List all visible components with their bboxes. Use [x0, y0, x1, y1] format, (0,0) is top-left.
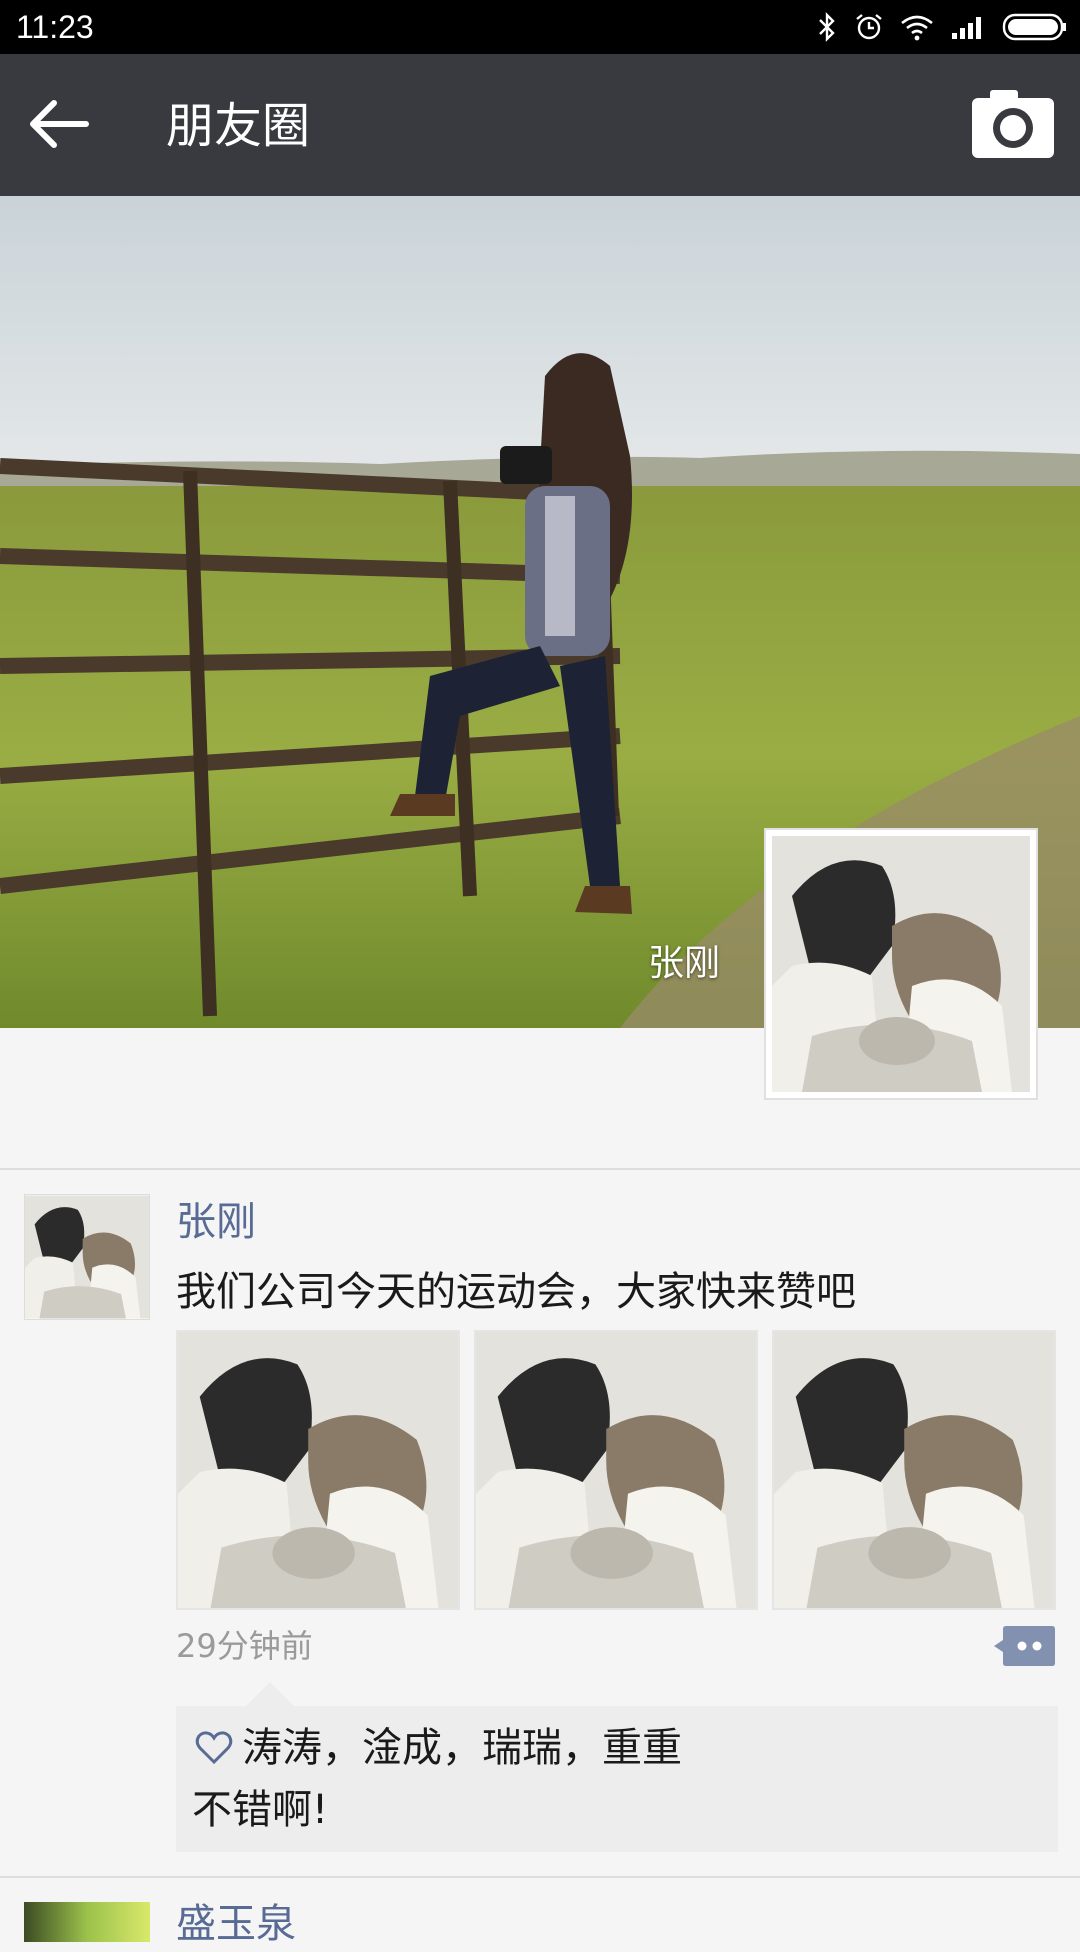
post-text: 我们公司今天的运动会，大家快来赞吧	[176, 1269, 856, 1315]
next-post-avatar[interactable]	[24, 1902, 150, 1942]
post-photo[interactable]	[176, 1330, 460, 1610]
alarm-icon	[856, 14, 882, 40]
likes-row: 涛涛，淦成，瑞瑞，重重	[194, 1720, 682, 1776]
post-avatar[interactable]	[24, 1194, 150, 1320]
next-post-author-name[interactable]: 盛玉泉	[176, 1896, 296, 1952]
post-photo-image	[476, 1332, 756, 1608]
post-photo[interactable]	[772, 1330, 1056, 1610]
status-time: 11:23	[16, 9, 94, 45]
post-author-name[interactable]: 张刚	[176, 1194, 256, 1250]
title-bar: 朋友圈	[0, 54, 1080, 196]
battery-icon	[1002, 13, 1066, 41]
page-title: 朋友圈	[166, 98, 311, 154]
back-button[interactable]	[22, 88, 94, 160]
post-photo-image	[774, 1332, 1054, 1608]
likes-arrow	[246, 1682, 294, 1706]
wifi-icon	[901, 15, 933, 41]
post-time: 29分钟前	[176, 1627, 313, 1665]
cover-user-name: 张刚	[648, 943, 721, 984]
status-icons	[816, 10, 1068, 44]
camera-icon	[972, 90, 1054, 158]
comment-text[interactable]: 不错啊!	[192, 1782, 328, 1838]
heart-icon	[195, 1731, 233, 1765]
arrow-left-icon	[30, 100, 89, 148]
likes-names[interactable]: 涛涛，淦成，瑞瑞，重重	[242, 1720, 682, 1776]
profile-avatar[interactable]	[764, 828, 1038, 1100]
likes-comments-box: 涛涛，淦成，瑞瑞，重重 不错啊!	[176, 1706, 1058, 1852]
avatar-photo	[25, 1195, 149, 1319]
comment-bubble-icon	[994, 1626, 1055, 1666]
signal-icon	[952, 17, 981, 39]
family-photo	[772, 836, 1030, 1092]
comment-button[interactable]	[994, 1624, 1056, 1668]
camera-button[interactable]	[972, 90, 1054, 158]
post-photo-image	[178, 1332, 458, 1608]
bluetooth-icon	[819, 12, 835, 42]
post-divider	[0, 1876, 1080, 1878]
post-photo-grid	[176, 1330, 1056, 1610]
section-divider	[0, 1168, 1080, 1170]
post-photo[interactable]	[474, 1330, 758, 1610]
status-bar: 11:23	[0, 0, 1080, 54]
